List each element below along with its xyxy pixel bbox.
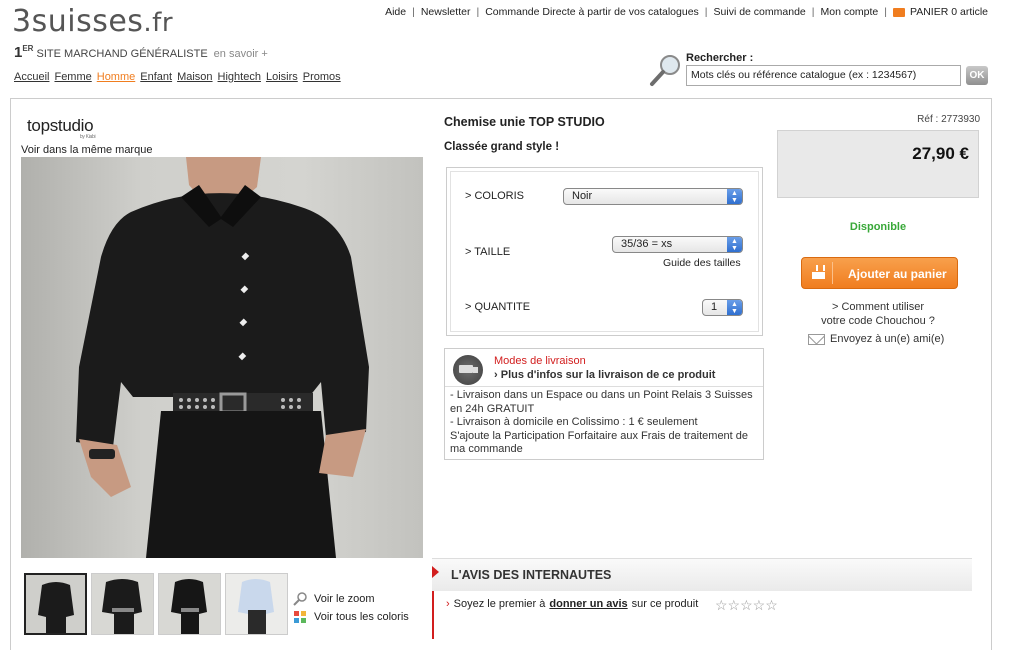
truck-icon <box>453 355 483 385</box>
quantity-label: > QUANTITE <box>465 301 531 313</box>
shirt-model-image <box>76 157 369 558</box>
image-links: Voir le zoom Voir tous les coloris <box>292 590 409 626</box>
same-brand-link[interactable]: Voir dans la même marque <box>21 144 152 156</box>
quantity-select[interactable]: 1 ▲ ▼ <box>702 299 743 316</box>
nav-loisirs[interactable]: Loisirs <box>266 71 298 83</box>
cart-add-icon <box>808 262 833 284</box>
search-input[interactable]: Mots clés ou référence catalogue (ex : 1… <box>686 65 961 86</box>
envelope-icon <box>808 333 825 345</box>
color-label: > COLORIS <box>465 190 524 202</box>
thumbnail-strip <box>24 573 288 635</box>
delivery-details: - Livraison dans un Espace ou dans un Po… <box>450 389 753 455</box>
top-links: Aide | Newsletter | Commande Directe à par… <box>385 6 988 18</box>
color-select[interactable]: Noir ▲ ▼ <box>563 188 743 205</box>
product-photo[interactable] <box>21 157 423 558</box>
newsletter-link[interactable]: Newsletter <box>421 6 471 18</box>
size-label: > TAILLE <box>465 246 511 258</box>
cart-link[interactable]: PANIER 0 article <box>910 6 988 18</box>
nav-homme[interactable]: Homme <box>97 71 136 83</box>
reviews-prompt: › Soyez le premier à donner un avis sur … <box>446 598 699 610</box>
thumbnail-3[interactable] <box>158 573 221 635</box>
help-link[interactable]: Aide <box>385 6 406 18</box>
price-box: 27,90 € <box>777 130 979 198</box>
site-logo[interactable]: 3suisses.fr <box>12 4 173 41</box>
options-panel: > COLORIS Noir ▲ ▼ > TAILLE 35/36 = xs ▲ ▼… <box>446 167 763 336</box>
product-subtitle: Classée grand style ! <box>444 141 560 153</box>
add-to-cart-button[interactable]: Ajouter au panier <box>801 257 958 289</box>
reviews-section: L'AVIS DES INTERNAUTES › Soyez le premie… <box>432 558 972 639</box>
zoom-icon <box>293 592 307 606</box>
thumbnail-1[interactable] <box>24 573 87 635</box>
color-squares-icon <box>294 611 306 623</box>
thumbnail-2[interactable] <box>91 573 154 635</box>
thumbnail-4[interactable] <box>225 573 288 635</box>
size-guide-link[interactable]: Guide des tailles <box>663 257 741 269</box>
search-label: Rechercher : <box>686 52 754 64</box>
delivery-title: Modes de livraison <box>494 355 586 367</box>
select-arrows-icon: ▲ ▼ <box>727 300 742 315</box>
product-reference: Réf : 2773930 <box>917 114 980 125</box>
zoom-link[interactable]: Voir le zoom <box>292 590 409 608</box>
select-arrows-icon: ▲ ▼ <box>727 237 742 252</box>
chevron-right-icon: › <box>446 598 450 610</box>
cart-icon[interactable] <box>893 7 905 17</box>
tagline: 1ER SITE MARCHAND GÉNÉRALISTE en savoir + <box>14 44 268 61</box>
rating-stars-icon: ☆☆☆☆☆ <box>715 597 778 613</box>
nav-promos[interactable]: Promos <box>303 71 341 83</box>
price: 27,90 € <box>912 144 969 163</box>
nav-enfant[interactable]: Enfant <box>140 71 172 83</box>
catalog-order-link[interactable]: Commande Directe à partir de vos catalog… <box>485 6 699 18</box>
size-select[interactable]: 35/36 = xs ▲ ▼ <box>612 236 743 253</box>
brand-logo[interactable]: topstudio by Kiabi <box>27 116 96 140</box>
delivery-more-link[interactable]: › Plus d'infos sur la livraison de ce pr… <box>494 369 715 381</box>
magnifier-icon <box>650 55 680 86</box>
main-nav: Accueil Femme Homme Enfant Maison Highte… <box>14 71 341 83</box>
search-ok-button[interactable]: OK <box>966 66 988 85</box>
nav-hightech[interactable]: Hightech <box>218 71 261 83</box>
order-tracking-link[interactable]: Suivi de commande <box>714 6 806 18</box>
en-savoir-link[interactable]: en savoir + <box>214 48 268 60</box>
availability-status: Disponible <box>849 221 907 233</box>
my-account-link[interactable]: Mon compte <box>820 6 878 18</box>
nav-femme[interactable]: Femme <box>54 71 91 83</box>
logo-text: 3suisses.fr <box>12 4 174 39</box>
nav-maison[interactable]: Maison <box>177 71 212 83</box>
select-arrows-icon: ▲ ▼ <box>727 189 742 204</box>
write-review-link[interactable]: donner un avis <box>549 598 627 610</box>
reviews-title: L'AVIS DES INTERNAUTES <box>451 568 612 582</box>
send-to-friend-link[interactable]: Envoyez à un(e) ami(e) <box>808 333 944 345</box>
search-area: Rechercher : Mots clés ou référence cata… <box>648 50 993 90</box>
delivery-box: Modes de livraison › Plus d'infos sur la… <box>444 348 764 460</box>
all-colors-link[interactable]: Voir tous les coloris <box>292 608 409 626</box>
chouchou-code-link[interactable]: > Comment utiliser votre code Chouchou ? <box>777 300 979 328</box>
nav-accueil[interactable]: Accueil <box>14 71 49 83</box>
product-title: Chemise unie TOP STUDIO <box>444 115 605 129</box>
